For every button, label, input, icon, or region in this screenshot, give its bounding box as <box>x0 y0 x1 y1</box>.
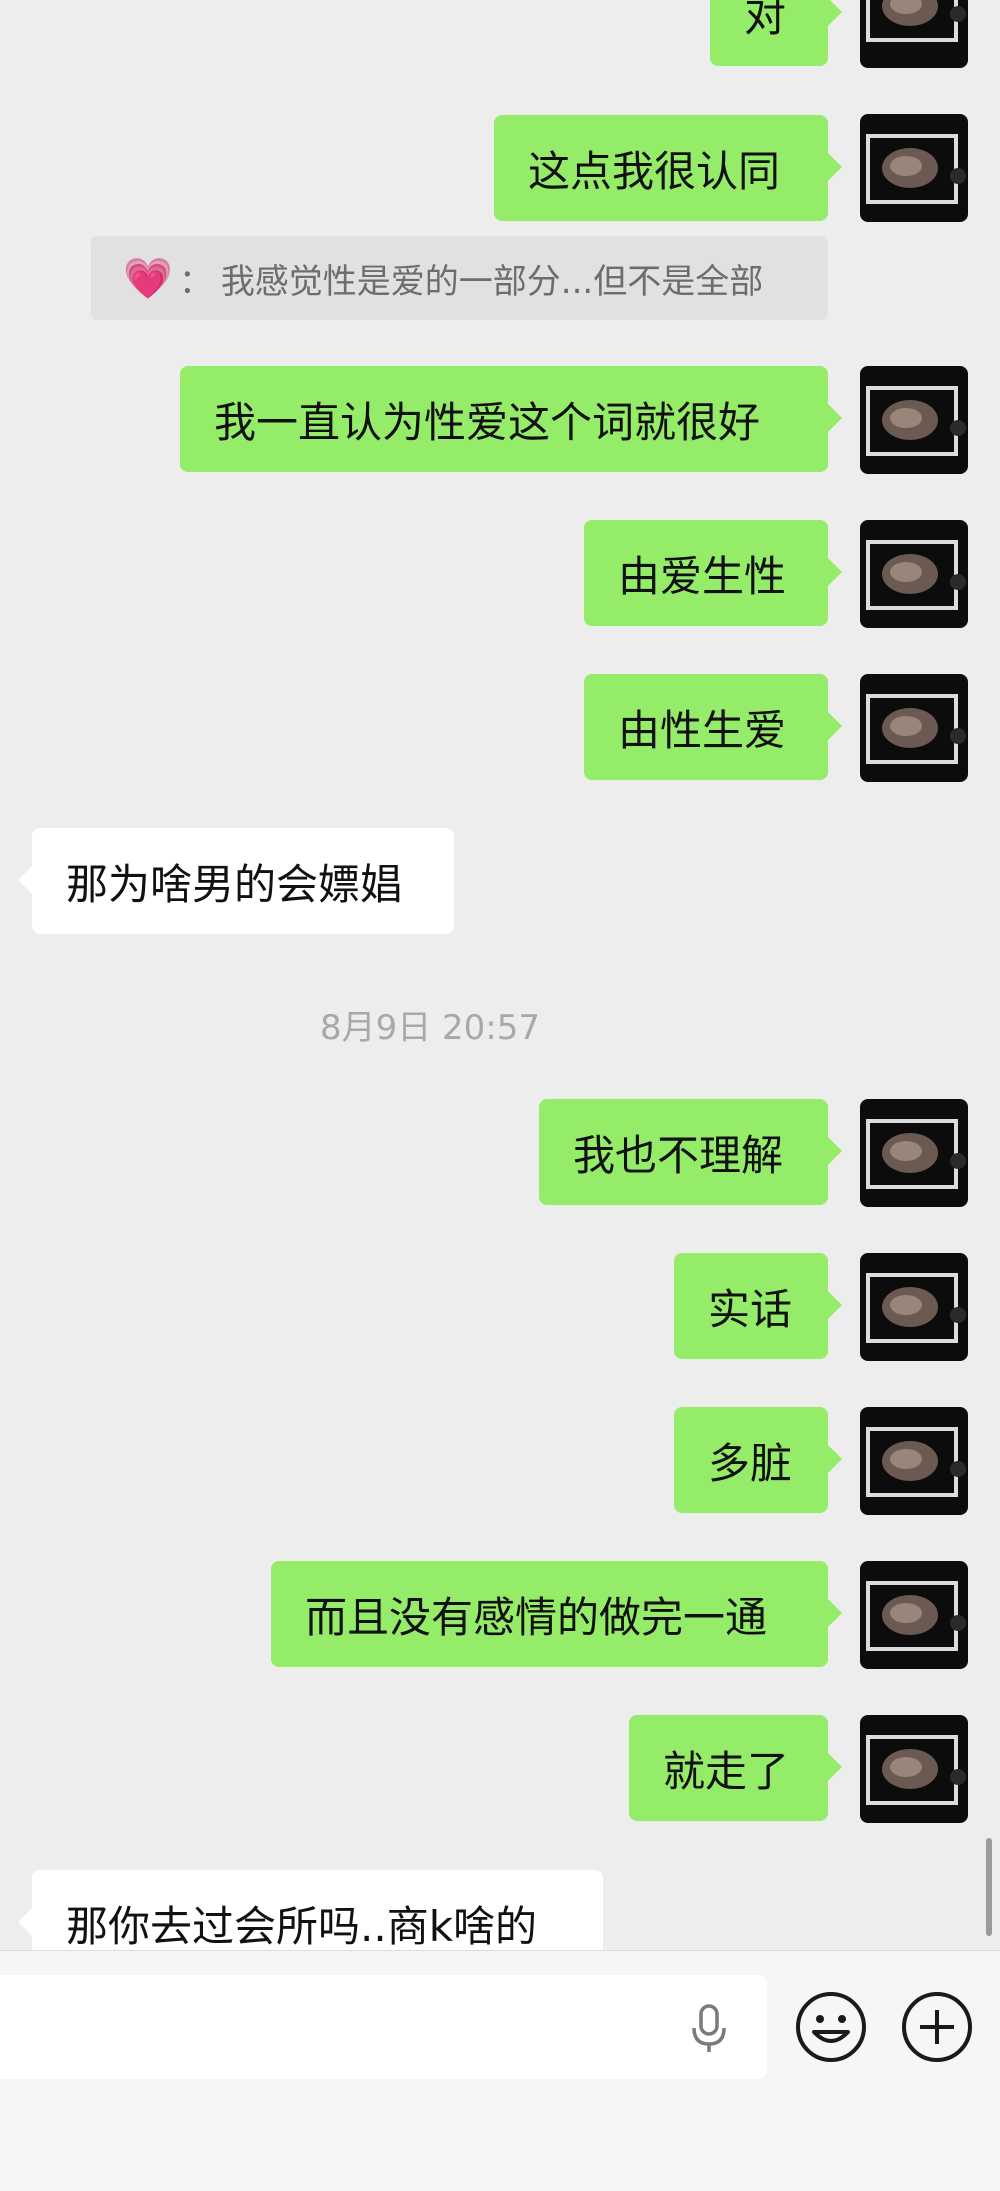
avatar-image <box>866 1427 966 1497</box>
avatar-image <box>866 1581 966 1651</box>
message-bubble[interactable]: 这点我很认同 <box>494 115 842 221</box>
message-bubble[interactable]: 而且没有感情的做完一通 <box>271 1561 842 1667</box>
message-bubble[interactable]: 我一直认为性爱这个词就很好 <box>180 366 842 472</box>
message-text: 由性生爱 <box>618 705 787 755</box>
message-text: 对 <box>744 0 787 41</box>
avatar[interactable] <box>860 1407 968 1515</box>
message-text: 实话 <box>708 1284 793 1334</box>
avatar-image <box>866 134 966 204</box>
avatar-image <box>866 0 966 42</box>
message-text: 我一直认为性爱这个词就很好 <box>214 397 761 447</box>
message-text: 我也不理解 <box>573 1130 784 1180</box>
message-bubble[interactable]: 那为啥男的会嫖娼 <box>18 828 454 934</box>
avatar[interactable] <box>860 674 968 782</box>
avatar[interactable] <box>860 0 968 68</box>
avatar-image <box>866 1735 966 1805</box>
avatar[interactable] <box>860 1253 968 1361</box>
message-bubble[interactable]: 对 <box>710 0 842 66</box>
avatar-image <box>866 540 966 610</box>
message-bubble[interactable]: 多脏 <box>674 1407 842 1513</box>
pink-heart-emoji-icon: 💗 <box>123 255 173 302</box>
message-bubble[interactable]: 我也不理解 <box>539 1099 842 1205</box>
message-input[interactable] <box>0 1975 767 2079</box>
scrollbar[interactable] <box>986 1838 992 1936</box>
avatar[interactable] <box>860 520 968 628</box>
quoted-message[interactable]: 💗 ： 我感觉性是爱的一部分...但不是全部 <box>91 236 828 320</box>
message-text: 多脏 <box>708 1438 793 1488</box>
message-text: 就走了 <box>663 1746 790 1796</box>
avatar[interactable] <box>860 114 968 222</box>
quote-separator: ： <box>178 261 213 302</box>
avatar[interactable] <box>860 1099 968 1207</box>
message-bubble[interactable]: 由爱生性 <box>584 520 842 626</box>
plus-icon[interactable] <box>900 1990 974 2064</box>
message-text: 那你去过会所吗..商k啥的 <box>66 1901 538 1951</box>
message-text: 由爱生性 <box>618 551 787 601</box>
message-bubble[interactable]: 就走了 <box>629 1715 842 1821</box>
avatar[interactable] <box>860 366 968 474</box>
message-text: 而且没有感情的做完一通 <box>305 1592 768 1642</box>
microphone-icon[interactable] <box>686 2004 732 2054</box>
quote-text: 我感觉性是爱的一部分...但不是全部 <box>220 261 764 302</box>
message-text: 那为啥男的会嫖娼 <box>66 859 403 909</box>
message-text: 这点我很认同 <box>528 146 781 196</box>
avatar-image <box>866 386 966 456</box>
avatar-image <box>866 1119 966 1189</box>
avatar[interactable] <box>860 1715 968 1823</box>
timestamp: 8月9日 20:57 <box>319 1008 541 1048</box>
avatar-image <box>866 1273 966 1343</box>
avatar[interactable] <box>860 1561 968 1669</box>
message-bubble[interactable]: 由性生爱 <box>584 674 842 780</box>
avatar-image <box>866 694 966 764</box>
emoji-icon[interactable] <box>794 1990 868 2064</box>
message-bubble[interactable]: 实话 <box>674 1253 842 1359</box>
